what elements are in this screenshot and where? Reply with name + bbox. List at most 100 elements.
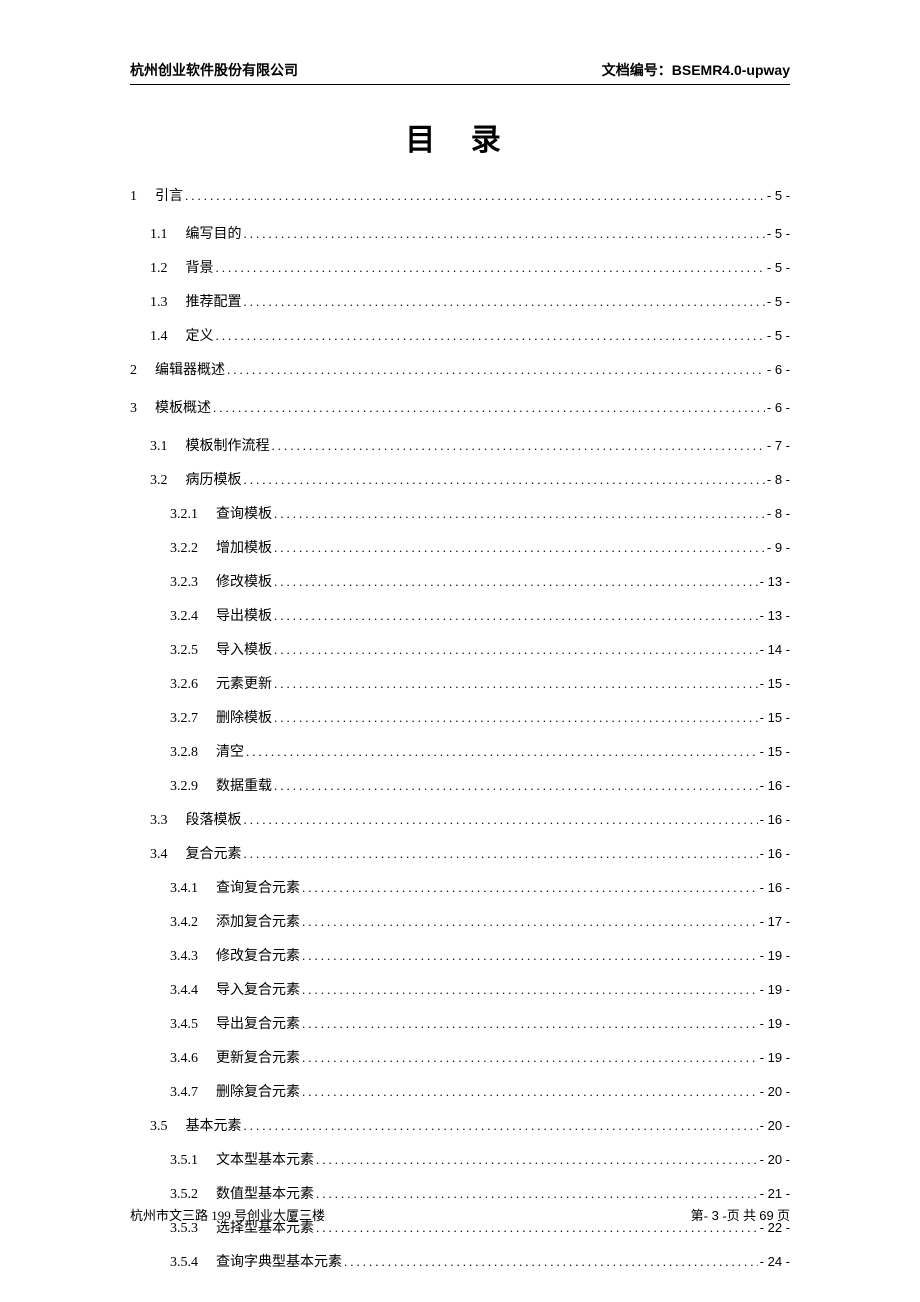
toc-page-number: - 19 -	[760, 948, 790, 963]
toc-entry[interactable]: 3.2.5 导入模板 - 14 -	[170, 639, 790, 659]
toc-entry[interactable]: 3.4.3 修改复合元素 - 19 -	[170, 945, 790, 965]
toc-page-number: - 15 -	[760, 676, 790, 691]
toc-leader-dots	[213, 400, 765, 416]
toc-leader-dots	[344, 1254, 758, 1270]
toc-label: 导入复合元素	[216, 979, 300, 999]
toc-number: 2	[130, 363, 137, 379]
toc-page-number: - 13 -	[760, 574, 790, 589]
toc-entry[interactable]: 3.5.1文本型基本元素- 20 -	[170, 1149, 790, 1169]
toc-entry[interactable]: 3.4.5导出复合元素- 19 -	[170, 1013, 790, 1033]
toc-label: 推荐配置	[186, 291, 242, 311]
doc-number-value: BSEMR4.0-upway	[672, 62, 790, 78]
toc-entry[interactable]: 3.2.2增加模板- 9 -	[170, 537, 790, 557]
toc-label: 编写目的	[186, 223, 242, 243]
toc-entry[interactable]: 1.1编写目的- 5 -	[150, 223, 790, 243]
toc-entry[interactable]: 3.2.6元素更新- 15 -	[170, 673, 790, 693]
toc-number: 3.2.1	[170, 507, 198, 523]
toc-number: 3.5.2	[170, 1187, 198, 1203]
toc-entry[interactable]: 3.2.3修改模板- 13 -	[170, 571, 790, 591]
toc-page-number: - 20 -	[760, 1084, 790, 1099]
toc-entry[interactable]: 3.2.7删除模板- 15 -	[170, 707, 790, 727]
toc-entry[interactable]: 1引言- 5 -	[130, 185, 790, 205]
toc-label: 导入模板	[216, 639, 272, 659]
toc-entry[interactable]: 3.2.4导出模板- 13 -	[170, 605, 790, 625]
toc-entry[interactable]: 1.2背景- 5 -	[150, 257, 790, 277]
toc-leader-dots	[274, 506, 765, 522]
toc-leader-dots	[274, 676, 758, 692]
toc-entry[interactable]: 3.2.8清空- 15 -	[170, 741, 790, 761]
toc-entry[interactable]: 3.5基本元素- 20 -	[150, 1115, 790, 1135]
toc-label: 修改复合元素	[216, 945, 300, 965]
toc-page-number: - 21 -	[760, 1186, 790, 1201]
toc-entry[interactable]: 2编辑器概述- 6 -	[130, 359, 790, 379]
toc-entry[interactable]: 3.4.7删除复合元素- 20 -	[170, 1081, 790, 1101]
toc-leader-dots	[302, 1050, 758, 1066]
toc-number: 3.2.7	[170, 711, 198, 727]
toc-label: 文本型基本元素	[216, 1149, 314, 1169]
toc-leader-dots	[274, 710, 758, 726]
toc-leader-dots	[274, 642, 758, 658]
toc-page-number: - 6 -	[767, 400, 790, 415]
toc-label: 查询复合元素	[216, 877, 300, 897]
toc-entry[interactable]: 3.4.2添加复合元素- 17 -	[170, 911, 790, 931]
toc-entry[interactable]: 3.4.4导入复合元素- 19 -	[170, 979, 790, 999]
toc-page-number: - 9 -	[767, 540, 790, 555]
toc-page-number: - 19 -	[760, 982, 790, 997]
toc-page-number: - 20 -	[760, 1118, 790, 1133]
toc-entry[interactable]: 3.2.1查询模板- 8 -	[170, 503, 790, 523]
toc-label: 段落模板	[186, 809, 242, 829]
toc-page-number: - 5 -	[767, 294, 790, 309]
toc-entry[interactable]: 3.1模板制作流程- 7 -	[150, 435, 790, 455]
toc-entry[interactable]: 1.3 推荐配置 - 5 -	[150, 291, 790, 311]
toc-entry[interactable]: 3.2.9数据重载- 16 -	[170, 775, 790, 795]
toc-leader-dots	[216, 328, 765, 344]
toc-entry[interactable]: 3.4.1查询复合元素- 16 -	[170, 877, 790, 897]
toc-entry[interactable]: 1.4定义- 5 -	[150, 325, 790, 345]
toc-entry[interactable]: 3.5.4查询字典型基本元素- 24 -	[170, 1251, 790, 1271]
toc-leader-dots	[274, 778, 758, 794]
doc-number-label: 文档编号：	[602, 64, 672, 79]
toc-leader-dots	[316, 1186, 758, 1202]
toc-page-number: - 15 -	[760, 710, 790, 725]
toc-leader-dots	[274, 540, 765, 556]
toc-number: 3.2.5	[170, 643, 198, 659]
toc-label: 数值型基本元素	[216, 1183, 314, 1203]
toc-entry[interactable]: 3.3段落模板- 16 -	[150, 809, 790, 829]
table-of-contents: 1引言- 5 - 1.1 编写目的 - 5 - 1.2背景- 5 - 1.3 推荐配置 - 5…	[130, 185, 790, 1271]
toc-number: 3.2.3	[170, 575, 198, 591]
toc-entry[interactable]: 3 模板概述 - 6 -	[130, 397, 790, 417]
toc-label: 删除复合元素	[216, 1081, 300, 1101]
toc-page-number: - 19 -	[760, 1016, 790, 1031]
toc-label: 模板概述	[155, 397, 211, 417]
toc-leader-dots	[227, 362, 765, 378]
toc-number: 1.1	[150, 227, 168, 243]
toc-leader-dots	[272, 438, 765, 454]
toc-label: 数据重载	[216, 775, 272, 795]
toc-page-number: - 19 -	[760, 1050, 790, 1065]
toc-entry[interactable]: 3.5.2 数值型基本元素 - 21 -	[170, 1183, 790, 1203]
toc-page-number: - 5 -	[767, 328, 790, 343]
toc-number: 3.5.4	[170, 1255, 198, 1271]
footer-address: 杭州市文三路 199 号创业大厦三楼	[130, 1205, 325, 1224]
toc-label: 模板制作流程	[186, 435, 270, 455]
toc-label: 清空	[216, 741, 244, 761]
toc-number: 3.4.2	[170, 915, 198, 931]
toc-page-number: - 5 -	[767, 188, 790, 203]
toc-label: 基本元素	[186, 1115, 242, 1135]
toc-leader-dots	[244, 846, 758, 862]
toc-page-number: - 16 -	[760, 812, 790, 827]
toc-page-number: - 16 -	[760, 778, 790, 793]
toc-entry[interactable]: 3.4.6更新复合元素- 19 -	[170, 1047, 790, 1067]
toc-page-number: - 6 -	[767, 362, 790, 377]
toc-number: 3.1	[150, 439, 168, 455]
toc-entry[interactable]: 3.2病历模板- 8 -	[150, 469, 790, 489]
toc-number: 1.2	[150, 261, 168, 277]
toc-leader-dots	[274, 608, 758, 624]
toc-entry[interactable]: 3.4复合元素- 16 -	[150, 843, 790, 863]
toc-number: 3.4.3	[170, 949, 198, 965]
toc-number: 3.2.8	[170, 745, 198, 761]
toc-label: 增加模板	[216, 537, 272, 557]
toc-number: 1.3	[150, 295, 168, 311]
toc-page-number: - 14 -	[760, 642, 790, 657]
toc-number: 3	[130, 401, 137, 417]
